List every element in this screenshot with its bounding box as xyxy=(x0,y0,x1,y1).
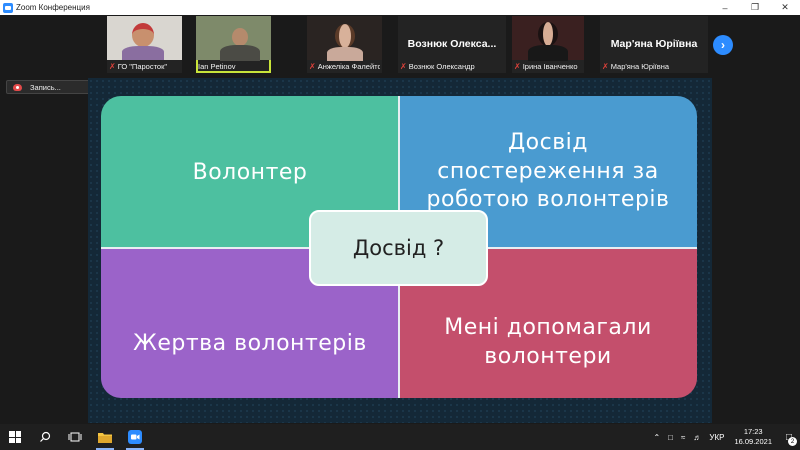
participant-name: ✗ ГО "Паросток" xyxy=(109,62,168,71)
search-button[interactable] xyxy=(30,424,60,450)
participant-tile[interactable]: Мар'яна Юріївна ✗ Мар'яна Юріївна xyxy=(600,16,708,73)
participant-name: ✗ Ірина Іванченко xyxy=(514,62,578,71)
search-icon xyxy=(40,431,51,442)
participant-video xyxy=(196,16,271,61)
windows-taskbar: ⌃ □ ≈ ♬ УКР 17:23 16.09.2021 □ 2 xyxy=(0,424,800,450)
taskbar-zoom[interactable] xyxy=(120,424,150,450)
participant-name: ✗ Вознюк Олександр xyxy=(400,62,475,71)
restore-button[interactable]: ❐ xyxy=(740,0,770,15)
start-button[interactable] xyxy=(0,424,30,450)
slide-center-box: Досвід ? xyxy=(309,210,488,286)
zoom-logo-icon xyxy=(3,2,13,13)
participant-tile[interactable]: ✗ Ірина Іванченко xyxy=(512,16,584,73)
participant-display-name: Мар'яна Юріївна xyxy=(610,38,698,50)
participant-tile[interactable]: Вознюк Олекса... ✗ Вознюк Олександр xyxy=(398,16,506,73)
mic-muted-icon: ✗ xyxy=(400,62,407,71)
title-bar: Zoom Конференция – ❐ ✕ xyxy=(0,0,800,15)
participant-video xyxy=(107,16,182,60)
system-tray: ⌃ □ ≈ ♬ УКР 17:23 16.09.2021 □ 2 xyxy=(649,424,800,450)
action-center-button[interactable]: □ 2 xyxy=(778,424,800,450)
folder-icon xyxy=(98,432,112,443)
participant-display-name: Вознюк Олекса... xyxy=(407,38,497,50)
chevron-up-icon[interactable]: ⌃ xyxy=(653,433,660,442)
participant-tile[interactable]: ✗ Анжеліка Фалейтор xyxy=(307,16,382,73)
zoom-app-icon xyxy=(128,430,142,444)
mic-muted-icon: ✗ xyxy=(602,62,609,71)
participant-tile[interactable]: ✗ ГО "Паросток" xyxy=(107,16,182,73)
chevron-right-icon: › xyxy=(721,38,725,52)
wifi-icon[interactable]: ≈ xyxy=(681,433,685,442)
recording-label: Запись... xyxy=(30,82,61,92)
taskbar-file-explorer[interactable] xyxy=(90,424,120,450)
mic-muted-icon: ✗ xyxy=(109,62,116,71)
windows-logo-icon xyxy=(9,431,21,443)
minimize-button[interactable]: – xyxy=(710,0,740,15)
notification-count: 2 xyxy=(788,437,797,446)
close-button[interactable]: ✕ xyxy=(770,0,800,15)
next-page-button[interactable]: › xyxy=(713,35,733,55)
volume-icon[interactable]: ♬ xyxy=(693,433,701,442)
window-title: Zoom Конференция xyxy=(16,3,90,12)
participant-video xyxy=(512,16,584,61)
participant-tile-active[interactable]: Ian Petinov xyxy=(196,16,271,73)
participant-name: ✗ Анжеліка Фалейтор xyxy=(309,62,380,71)
clock[interactable]: 17:23 16.09.2021 xyxy=(734,427,772,447)
participant-name: ✗ Мар'яна Юріївна xyxy=(602,62,670,71)
participant-video xyxy=(307,16,382,61)
task-view-icon xyxy=(68,432,82,442)
task-view-button[interactable] xyxy=(60,424,90,450)
usb-icon[interactable]: □ xyxy=(668,433,673,442)
participant-name: Ian Petinov xyxy=(198,62,236,71)
participant-strip: ✗ ГО "Паросток" Ian Petinov ✗ Анжеліка Ф… xyxy=(0,15,800,75)
clock-time: 17:23 xyxy=(743,427,763,436)
language-indicator[interactable]: УКР xyxy=(709,433,724,442)
clock-date: 16.09.2021 xyxy=(734,437,772,446)
mic-muted-icon: ✗ xyxy=(309,62,316,71)
mic-muted-icon: ✗ xyxy=(514,62,521,71)
cloud-record-icon xyxy=(13,83,22,91)
